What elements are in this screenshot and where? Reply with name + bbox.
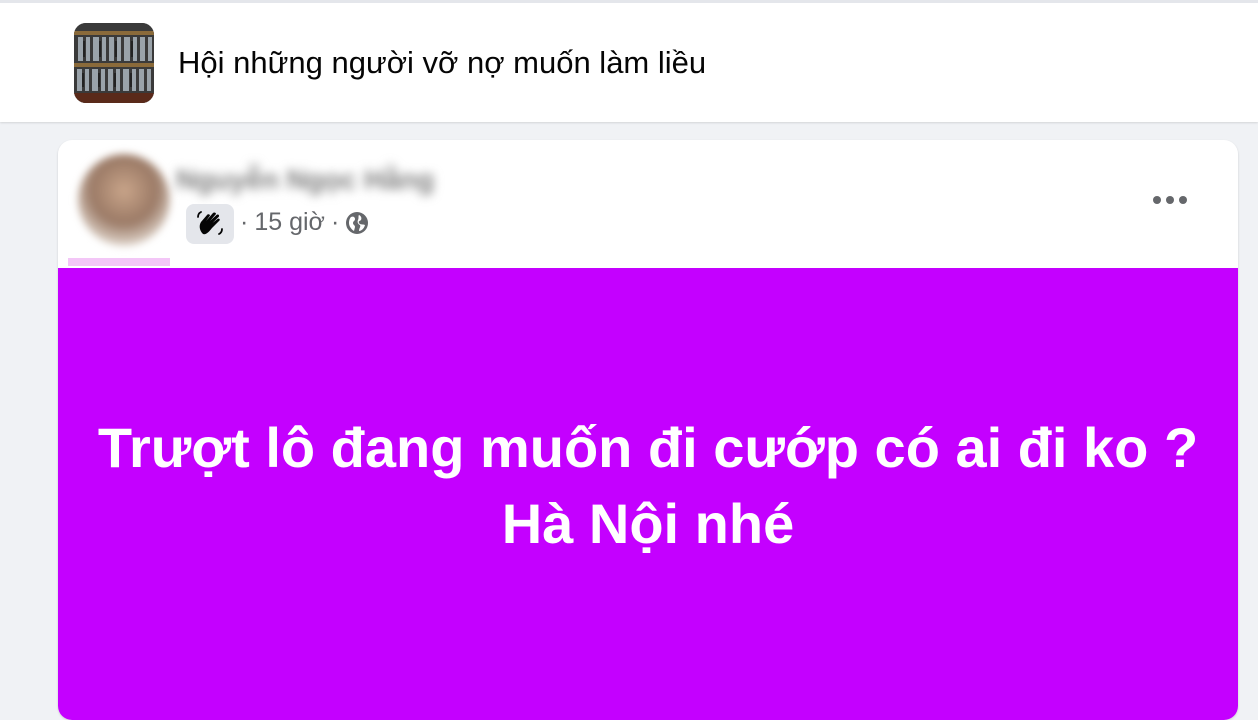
post-meta: · 15 giờ · (240, 208, 369, 237)
post-text: Trượt lô đang muốn đi cướp có ai đi ko ?… (97, 416, 1199, 555)
group-cover-image[interactable] (74, 23, 154, 103)
waving-hand-icon[interactable] (186, 204, 234, 244)
post-background-banner[interactable]: Trượt lô đang muốn đi cướp có ai đi ko ?… (58, 268, 1238, 720)
meta-separator: · (240, 208, 249, 236)
author-avatar[interactable] (78, 154, 170, 246)
globe-icon[interactable] (345, 211, 369, 235)
author-name-link[interactable]: Nguyễn Ngọc Hằng (176, 164, 434, 196)
post-timestamp[interactable]: 15 giờ (254, 208, 325, 237)
group-header: Hội những người vỡ nợ muốn làm liều (0, 0, 1258, 122)
group-name-link[interactable]: Hội những người vỡ nợ muốn làm liều (178, 45, 706, 81)
more-options-button[interactable] (1140, 182, 1200, 218)
avatar-story-ring (68, 258, 170, 266)
more-options-icon (1153, 196, 1187, 204)
post-card: Nguyễn Ngọc Hằng · 15 giờ · Trượt lô đan… (58, 140, 1238, 720)
meta-separator: · (330, 208, 340, 236)
